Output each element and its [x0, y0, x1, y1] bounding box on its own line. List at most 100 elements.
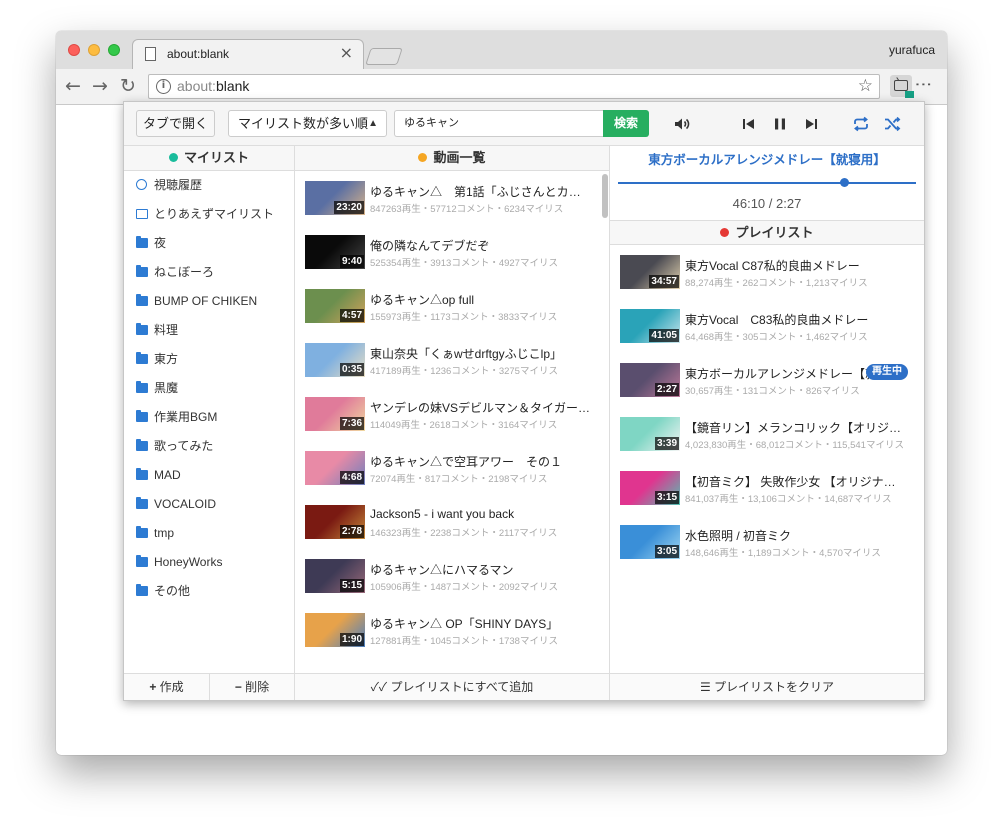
- profile-name[interactable]: yurafuca: [889, 43, 935, 57]
- repeat-icon[interactable]: [852, 115, 870, 133]
- video-title[interactable]: Jackson5 - i want you back: [370, 507, 592, 521]
- search-button[interactable]: 検索: [603, 110, 649, 137]
- mylist-item[interactable]: とりあえずマイリスト: [124, 200, 294, 229]
- pause-icon[interactable]: [771, 115, 789, 133]
- delete-mylist-button[interactable]: − 削除: [210, 673, 295, 700]
- mylist-item[interactable]: tmp: [124, 519, 294, 548]
- reload-icon[interactable]: ↻: [120, 75, 136, 97]
- mylist-item[interactable]: 作業用BGM: [124, 403, 294, 432]
- video-title[interactable]: 東方Vocal C83私的良曲メドレー: [685, 311, 903, 328]
- playlist-item[interactable]: 3:15 【初音ミク】 失敗作少女 【オリジナル】 841,037再生・13,106…: [610, 461, 924, 515]
- duration-label: 4:68: [339, 471, 364, 484]
- video-title[interactable]: ゆるキャン△で空耳アワー その１: [370, 453, 592, 470]
- mylist-item[interactable]: MAD: [124, 461, 294, 490]
- video-thumbnail[interactable]: 2:27: [620, 363, 680, 397]
- playlist-item[interactable]: 34:57 東方Vocal C87私的良曲メドレー 88,274再生・262コメント…: [610, 245, 924, 299]
- video-item[interactable]: 23:20 ゆるキャン△ 第1話「ふじさんとカレー麺」 847263再生・57712…: [295, 171, 609, 225]
- playlist-item[interactable]: 41:05 東方Vocal C83私的良曲メドレー 64,468再生・305コメント…: [610, 299, 924, 353]
- video-thumbnail[interactable]: 3:39: [620, 417, 680, 451]
- mylist-item[interactable]: 東方: [124, 345, 294, 374]
- video-thumbnail[interactable]: 41:05: [620, 309, 680, 343]
- seek-knob[interactable]: [840, 178, 849, 187]
- video-thumbnail[interactable]: 0:35: [305, 343, 365, 377]
- back-arrow-icon[interactable]: ←: [65, 75, 81, 97]
- video-thumbnail[interactable]: 2:78: [305, 505, 365, 539]
- video-item[interactable]: 7:36 ヤンデレの妹VSデビルマン＆タイガーマスク 114049再生・2618コメ…: [295, 387, 609, 441]
- forward-arrow-icon[interactable]: →: [92, 75, 108, 97]
- mylist-item[interactable]: BUMP OF CHIKEN: [124, 287, 294, 316]
- bookmark-star-icon[interactable]: ☆: [858, 76, 873, 96]
- video-thumbnail[interactable]: 5:15: [305, 559, 365, 593]
- create-mylist-button[interactable]: + 作成: [124, 673, 210, 700]
- video-title[interactable]: ゆるキャン△にハマるマン: [370, 561, 592, 578]
- extension-tv-icon[interactable]: [890, 75, 914, 98]
- video-title[interactable]: ゆるキャン△ OP「SHINY DAYS」: [370, 615, 592, 632]
- open-in-tab-button[interactable]: タブで開く: [136, 110, 215, 137]
- new-tab-button[interactable]: [365, 48, 403, 65]
- clear-playlist-button[interactable]: ☰ プレイリストをクリア: [610, 673, 924, 700]
- address-bar[interactable]: i about:blank ☆: [148, 74, 880, 99]
- video-title[interactable]: ゆるキャン△ 第1話「ふじさんとカレー麺」: [370, 183, 592, 200]
- now-playing-title[interactable]: 東方ボーカルアレンジメドレー【就寝用】: [610, 146, 924, 174]
- video-thumbnail[interactable]: 23:20: [305, 181, 365, 215]
- video-thumbnail[interactable]: 3:05: [620, 525, 680, 559]
- duration-label: 4:57: [339, 309, 364, 322]
- seek-bar[interactable]: [618, 174, 916, 190]
- mylist-item[interactable]: HoneyWorks: [124, 548, 294, 577]
- mylist-item[interactable]: 料理: [124, 316, 294, 345]
- video-title[interactable]: 水色照明 / 初音ミク: [685, 527, 903, 544]
- video-title[interactable]: ゆるキャン△op full: [370, 291, 592, 308]
- info-icon[interactable]: i: [156, 79, 171, 94]
- mylist-item[interactable]: VOCALOID: [124, 490, 294, 519]
- previous-track-icon[interactable]: [740, 115, 758, 133]
- video-thumbnail[interactable]: 4:57: [305, 289, 365, 323]
- video-thumbnail[interactable]: 4:68: [305, 451, 365, 485]
- mylist-item[interactable]: その他: [124, 577, 294, 606]
- video-item[interactable]: 1:90 ゆるキャン△ OP「SHINY DAYS」 127881再生・1045コメ…: [295, 603, 609, 657]
- video-item[interactable]: 2:78 Jackson5 - i want you back 146323再生・2…: [295, 495, 609, 549]
- next-track-icon[interactable]: [802, 115, 820, 133]
- video-title[interactable]: 【鏡音リン】メランコリック【オリジナル】: [685, 419, 903, 436]
- mylist-item[interactable]: 歌ってみた: [124, 432, 294, 461]
- video-title[interactable]: 東方Vocal C87私的良曲メドレー: [685, 257, 903, 274]
- mylist-item[interactable]: 黒魔: [124, 374, 294, 403]
- video-title[interactable]: 【初音ミク】 失敗作少女 【オリジナル】: [685, 473, 903, 490]
- tab-title: about:blank: [167, 47, 230, 61]
- search-input[interactable]: ゆるキャン: [394, 110, 604, 137]
- mylist-item[interactable]: 視聴履歴: [124, 171, 294, 200]
- video-item[interactable]: 9:40 俺の隣なんてデブだぞ 525354再生・3913コメント・4927マイリス: [295, 225, 609, 279]
- mylist-item[interactable]: 夜: [124, 229, 294, 258]
- url-text[interactable]: about:blank: [177, 78, 249, 94]
- video-item[interactable]: 0:35 東山奈央「くぁwせdrftgyふじこlp」 417189再生・1236コメ…: [295, 333, 609, 387]
- video-title[interactable]: 東山奈央「くぁwせdrftgyふじこlp」: [370, 345, 592, 362]
- sort-select[interactable]: マイリスト数が多い順 ▲: [228, 110, 387, 137]
- video-thumbnail[interactable]: 34:57: [620, 255, 680, 289]
- video-thumbnail[interactable]: 7:36: [305, 397, 365, 431]
- video-title[interactable]: ヤンデレの妹VSデビルマン＆タイガーマスク: [370, 399, 592, 416]
- volume-icon[interactable]: [673, 115, 691, 133]
- video-item[interactable]: 5:15 ゆるキャン△にハマるマン 105906再生・1487コメント・2092マイ…: [295, 549, 609, 603]
- playlist-item[interactable]: 2:27 東方ボーカルアレンジメドレー【就寝用】 30,657再生・131コメント・…: [610, 353, 924, 407]
- mylist-item[interactable]: ねこぼーろ: [124, 258, 294, 287]
- extension-popup: タブで開く マイリスト数が多い順 ▲ ゆるキャン 検索 マイリスト 視聴履歴 とりあ…: [123, 101, 925, 701]
- shuffle-icon[interactable]: [883, 115, 901, 133]
- video-item[interactable]: 4:57 ゆるキャン△op full 155973再生・1173コメント・3833マ…: [295, 279, 609, 333]
- duration-label: 3:05: [654, 545, 679, 558]
- video-title[interactable]: 俺の隣なんてデブだぞ: [370, 237, 592, 254]
- tab-close-icon[interactable]: ×: [340, 45, 353, 61]
- video-thumbnail[interactable]: 3:15: [620, 471, 680, 505]
- close-window-button[interactable]: [68, 44, 80, 56]
- playlist-item[interactable]: 3:39 【鏡音リン】メランコリック【オリジナル】 4,023,830再生・68,0…: [610, 407, 924, 461]
- add-all-to-playlist-button[interactable]: ✓✓ プレイリストにすべて追加: [295, 673, 610, 700]
- playlist-item[interactable]: 3:05 水色照明 / 初音ミク 148,646再生・1,189コメント・4,570…: [610, 515, 924, 569]
- video-thumbnail[interactable]: 9:40: [305, 235, 365, 269]
- seek-track[interactable]: [618, 182, 916, 184]
- video-item[interactable]: 4:68 ゆるキャン△で空耳アワー その１ 72074再生・817コメント・2198…: [295, 441, 609, 495]
- video-list-scrollbar[interactable]: [602, 174, 608, 218]
- browser-tab[interactable]: about:blank ×: [132, 39, 364, 70]
- videos-header-label: 動画一覧: [433, 150, 486, 165]
- minimize-window-button[interactable]: [88, 44, 100, 56]
- zoom-window-button[interactable]: [108, 44, 120, 56]
- browser-menu-icon[interactable]: ⋮: [913, 76, 933, 90]
- video-thumbnail[interactable]: 1:90: [305, 613, 365, 647]
